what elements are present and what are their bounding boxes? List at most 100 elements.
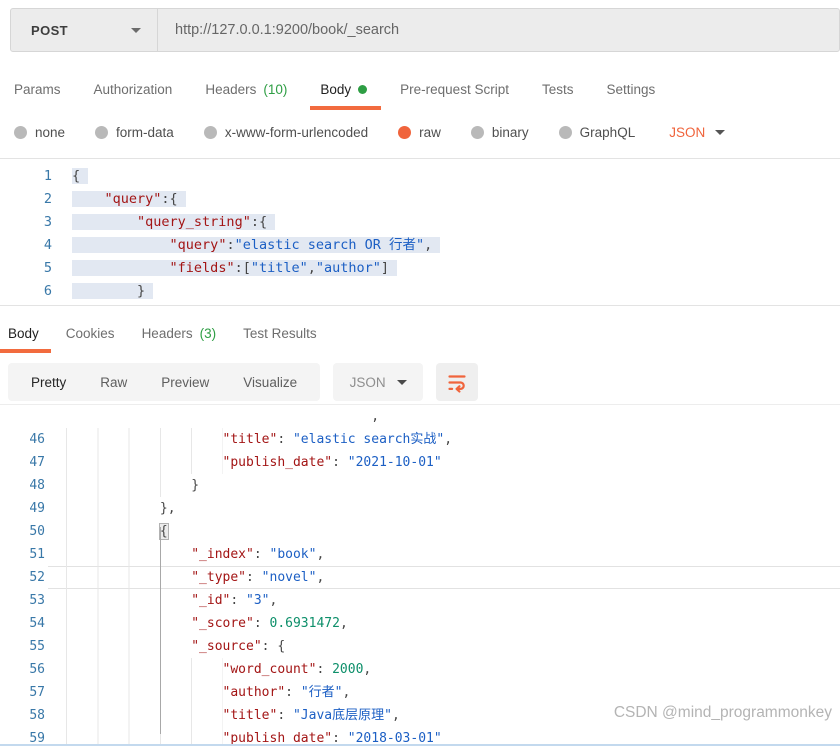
view-visualize[interactable]: Visualize <box>226 375 314 390</box>
active-indent-guide <box>160 527 161 734</box>
code-line: 46 "title": "elastic search实战", <box>0 428 840 451</box>
tab-params[interactable]: Params <box>14 72 61 107</box>
postman-app: POST http://127.0.0.1:9200/book/_search … <box>0 0 840 750</box>
line-number: 53 <box>29 593 45 608</box>
chevron-down-icon <box>131 27 141 33</box>
view-preview[interactable]: Preview <box>144 375 226 390</box>
line-number: 2 <box>43 191 52 207</box>
tab-headers[interactable]: Headers (10) <box>205 72 287 107</box>
response-body-viewer[interactable]: , 46 "title": "elastic search实战", 47 "publis… <box>0 404 840 746</box>
indent-guides <box>66 451 223 474</box>
indent-guides <box>66 520 160 543</box>
line-number: 6 <box>43 283 52 299</box>
code-line: 3 "query_string":{ <box>0 211 840 234</box>
code-line: 57 "author": "行者", <box>0 681 840 704</box>
line-number: 51 <box>29 547 45 562</box>
indent-guides <box>66 589 192 612</box>
line-number: 58 <box>29 708 45 723</box>
code-line: 52 "_type": "novel", <box>0 566 840 589</box>
code-line: 53 "_id": "3", <box>0 589 840 612</box>
line-number: 4 <box>43 237 52 253</box>
indent-guides <box>66 497 160 520</box>
code-line: 49}, <box>0 497 840 520</box>
radio-binary[interactable]: binary <box>470 125 529 140</box>
indent-guides <box>66 543 192 566</box>
indent-guides <box>66 681 223 704</box>
tab-test-results[interactable]: Test Results <box>243 316 317 351</box>
code-line: 4 "query":"elastic search OR 行者", <box>0 234 840 257</box>
radio-raw[interactable]: raw <box>398 125 441 140</box>
active-tab-underline <box>310 105 382 110</box>
code-line: 48} <box>0 474 840 497</box>
code-line: , <box>0 405 840 428</box>
method-label: POST <box>31 22 68 38</box>
radio-form-data[interactable]: form-data <box>95 125 174 140</box>
view-raw[interactable]: Raw <box>83 375 144 390</box>
tab-authorization[interactable]: Authorization <box>94 72 173 107</box>
indent-guides <box>66 635 192 658</box>
request-url-bar: POST http://127.0.0.1:9200/book/_search <box>10 8 840 52</box>
line-number: 1 <box>43 168 52 184</box>
code-line: 56 "word_count": 2000, <box>0 658 840 681</box>
line-number: 52 <box>29 570 45 585</box>
line-number: 55 <box>29 639 45 654</box>
code-line: 51 "_index": "book", <box>0 543 840 566</box>
indent-guides <box>66 612 192 635</box>
body-modified-dot <box>358 84 368 94</box>
radio-selected-icon <box>398 125 412 139</box>
url-input[interactable]: http://127.0.0.1:9200/book/_search <box>158 9 839 51</box>
radio-icon <box>558 125 572 139</box>
watermark: CSDN @mind_programmonkey <box>613 704 832 721</box>
radio-graphql[interactable]: GraphQL <box>558 125 635 140</box>
indent-guides <box>66 566 192 589</box>
tab-response-body[interactable]: Body <box>0 316 51 353</box>
wrap-lines-button[interactable] <box>436 363 479 401</box>
indent-guides <box>66 727 223 744</box>
headers-count-badge: (10) <box>263 81 288 97</box>
indent-guides <box>66 658 223 681</box>
response-language-dropdown[interactable]: JSON <box>333 363 424 401</box>
line-number: 56 <box>29 662 45 677</box>
line-number <box>0 405 48 428</box>
request-tabs: Params Authorization Headers (10) Body P… <box>14 68 840 110</box>
line-number: 59 <box>29 731 45 746</box>
view-mode-segmented-control: Pretty Raw Preview Visualize <box>8 363 321 401</box>
line-number: 46 <box>29 432 45 447</box>
tab-body[interactable]: Body <box>310 72 382 110</box>
radio-none[interactable]: none <box>14 125 65 140</box>
line-number: 57 <box>29 685 45 700</box>
line-number: 47 <box>29 455 45 470</box>
radio-icon <box>14 125 27 139</box>
code-line: 5 "fields":["title","author"] <box>0 257 840 280</box>
radio-icon <box>95 125 109 139</box>
url-text: http://127.0.0.1:9200/book/_search <box>175 22 400 38</box>
code-line: 59 "publish_date": "2018-03-01" <box>0 727 840 746</box>
indent-guides <box>66 428 223 451</box>
word-wrap-icon <box>448 375 466 393</box>
indent-guides <box>66 474 192 497</box>
line-number: 3 <box>43 214 52 230</box>
radio-x-www-form-urlencoded[interactable]: x-www-form-urlencoded <box>203 125 368 140</box>
tab-tests[interactable]: Tests <box>542 72 574 107</box>
code-line: 47 "publish_date": "2021-10-01" <box>0 451 840 474</box>
tab-pre-request-script[interactable]: Pre-request Script <box>400 72 509 107</box>
line-number: 49 <box>29 501 45 516</box>
body-language-dropdown[interactable]: JSON <box>669 125 726 140</box>
body-type-row: none form-data x-www-form-urlencoded raw… <box>14 113 840 151</box>
view-pretty[interactable]: Pretty <box>14 375 83 390</box>
method-dropdown[interactable]: POST <box>11 9 157 51</box>
tab-response-headers[interactable]: Headers (3) <box>142 316 217 351</box>
active-tab-underline <box>0 349 51 353</box>
line-number: 50 <box>29 524 45 539</box>
tab-settings[interactable]: Settings <box>606 72 655 107</box>
response-toolbar: Pretty Raw Preview Visualize JSON <box>8 363 479 401</box>
code-line: 6 } <box>0 280 840 303</box>
request-body-editor[interactable]: 1{ 2 "query":{ 3 "query_string":{ 4 "que… <box>0 158 840 306</box>
chevron-down-icon <box>396 379 407 385</box>
code-line: 55 "_source": { <box>0 635 840 658</box>
response-tabs: Body Cookies Headers (3) Test Results <box>0 313 840 354</box>
code-line: 54 "_score": 0.6931472, <box>0 612 840 635</box>
code-line: 50{ <box>0 520 840 543</box>
code-line: 2 "query":{ <box>0 188 840 211</box>
tab-cookies[interactable]: Cookies <box>66 316 115 351</box>
